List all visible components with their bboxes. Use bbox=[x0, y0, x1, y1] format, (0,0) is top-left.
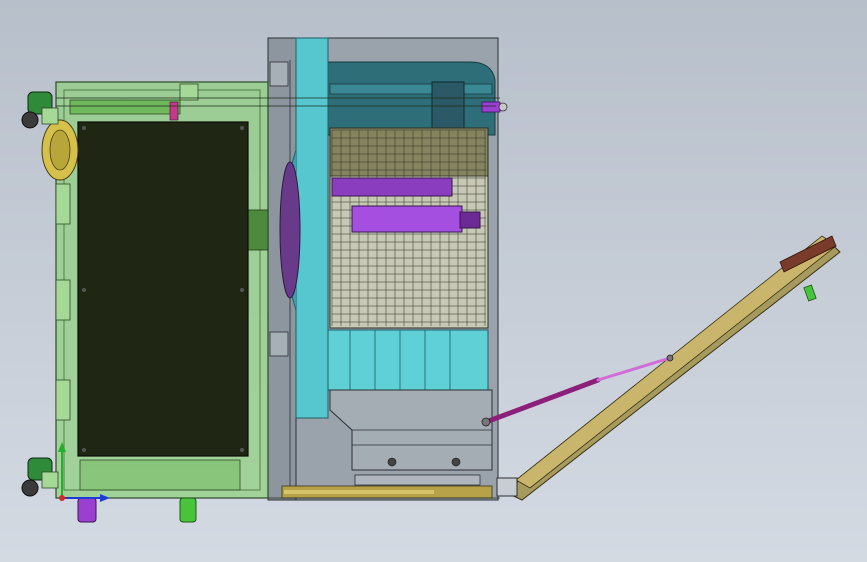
mesh-filter bbox=[329, 127, 489, 329]
control-panel bbox=[77, 121, 249, 457]
bottom-fittings bbox=[77, 497, 197, 523]
top-housing bbox=[327, 61, 508, 136]
open-door bbox=[496, 235, 841, 501]
side-tank bbox=[41, 119, 79, 181]
caster-top bbox=[21, 91, 59, 129]
assembly-drawing bbox=[21, 37, 841, 523]
cad-viewport[interactable] bbox=[0, 0, 867, 562]
caster-bottom bbox=[21, 457, 59, 497]
